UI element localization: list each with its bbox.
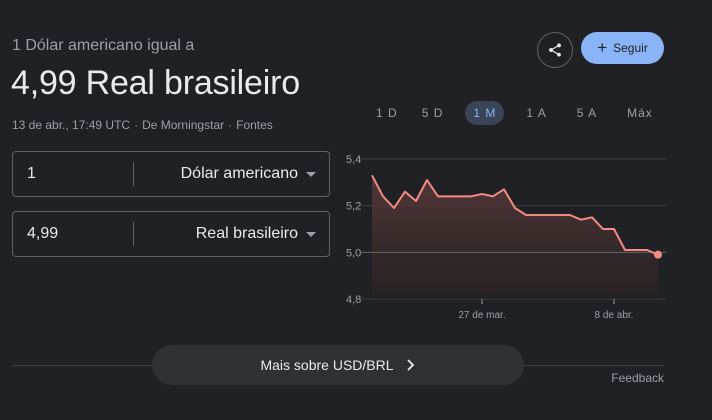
follow-label: Seguir [613, 41, 648, 55]
chevron-down-icon[interactable] [306, 171, 316, 177]
conversion-subtitle: 1 Dólar americano igual a [12, 37, 195, 54]
plus-icon: + [597, 37, 608, 57]
follow-button[interactable]: + Seguir [581, 32, 664, 64]
sources-link[interactable]: Fontes [236, 118, 273, 132]
meta-separator: · [228, 118, 233, 132]
to-amount-input[interactable]: 4,99 [13, 225, 133, 243]
x-tick-label: 8 de abr. [595, 310, 634, 321]
meta-separator: · [134, 118, 139, 132]
meta-info: 13 de abr., 17:49 UTC · De Morningstar · Fon… [12, 118, 273, 132]
from-amount-input[interactable]: 1 [13, 165, 133, 183]
feedback-link[interactable]: Feedback [611, 371, 664, 385]
tab-max[interactable]: Máx [619, 101, 661, 125]
tab-5d[interactable]: 5 D [414, 101, 452, 125]
last-point-marker [654, 250, 662, 259]
tab-1m[interactable]: 1 M [465, 101, 505, 125]
share-icon [549, 43, 561, 57]
y-tick-label: 5,2 [346, 201, 361, 213]
y-tick-label: 5,0 [346, 247, 361, 259]
share-button[interactable] [537, 32, 573, 68]
from-currency-select[interactable]: Dólar americano [134, 165, 306, 183]
tab-1a[interactable]: 1 A [518, 101, 554, 125]
y-tick-label: 4,8 [346, 294, 361, 306]
to-currency-select[interactable]: Real brasileiro [134, 225, 306, 243]
timestamp: 13 de abr., 17:49 UTC [12, 118, 131, 132]
from-currency-field: 1 Dólar americano [12, 151, 330, 197]
chevron-down-icon[interactable] [306, 231, 316, 237]
chart-area [372, 175, 658, 299]
tab-1d[interactable]: 1 D [368, 101, 406, 125]
source-label: De Morningstar [142, 118, 225, 132]
exchange-rate-chart[interactable]: 5,4 5,2 5,0 4,8 27 de mar. 8 de abr. [340, 150, 666, 330]
tab-5a[interactable]: 5 A [569, 101, 605, 125]
to-currency-field: 4,99 Real brasileiro [12, 211, 330, 257]
y-tick-label: 5,4 [346, 154, 361, 166]
more-about-button[interactable]: Mais sobre USD/BRL [152, 345, 524, 385]
range-tabs: 1 D 5 D 1 M 1 A 5 A Máx [368, 101, 661, 125]
conversion-result: 4,99 Real brasileiro [11, 64, 300, 102]
chevron-right-icon [406, 359, 414, 371]
x-tick-label: 27 de mar. [458, 310, 505, 321]
more-about-label: Mais sobre USD/BRL [260, 357, 394, 373]
